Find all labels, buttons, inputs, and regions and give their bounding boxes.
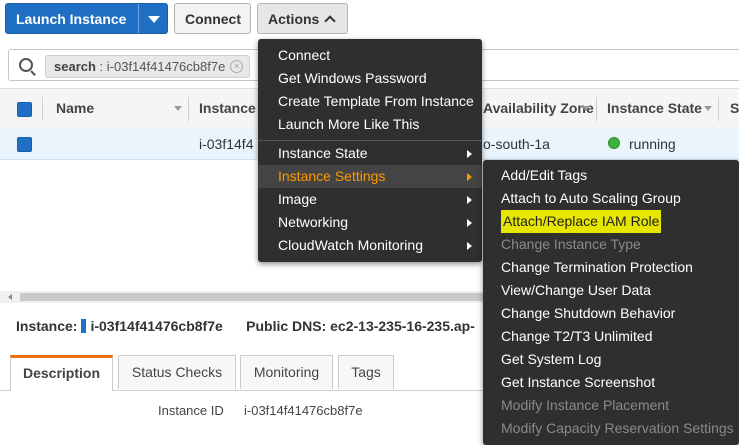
chevron-right-icon	[467, 242, 472, 250]
menu-item-label: Change Instance Type	[501, 236, 641, 252]
instance-id-value: i-03f14f41476cb8f7e	[244, 403, 363, 418]
column-header-instance-state[interactable]: Instance State	[607, 100, 702, 116]
menu-item-termination-protection[interactable]: Change Termination Protection	[483, 256, 739, 279]
menu-item-label: Change Termination Protection	[501, 259, 693, 275]
column-divider	[718, 97, 719, 121]
menu-item-connect[interactable]: Connect	[258, 44, 482, 67]
menu-item-change-instance-type: Change Instance Type	[483, 233, 739, 256]
menu-item-label: Connect	[278, 47, 331, 63]
filter-chip-value: i-03f14f41476cb8f7e	[106, 59, 226, 74]
menu-item-label: Modify Capacity Reservation Settings	[501, 420, 734, 436]
actions-menu: Connect Get Windows Password Create Temp…	[258, 39, 482, 262]
column-divider	[596, 97, 597, 121]
menu-item-instance-state[interactable]: Instance State	[258, 142, 482, 165]
filter-chip[interactable]: search : i-03f14f41476cb8f7e ×	[45, 55, 251, 78]
column-header-name[interactable]: Name	[56, 100, 94, 116]
filter-chip-key: search	[54, 59, 96, 74]
public-dns-value: ec2-13-235-16-235.ap-	[330, 318, 475, 334]
menu-item-instance-settings[interactable]: Instance Settings	[258, 165, 482, 188]
launch-instance-button[interactable]: Launch Instance	[5, 3, 168, 34]
menu-item-label: Instance Settings	[278, 168, 386, 184]
sort-icon[interactable]	[582, 106, 590, 111]
select-all-checkbox[interactable]	[17, 102, 32, 117]
instance-label: Instance:	[16, 318, 78, 334]
chevron-right-icon	[467, 150, 472, 158]
menu-item-label: Networking	[278, 214, 349, 230]
menu-item-launch-more[interactable]: Launch More Like This	[258, 113, 482, 136]
sort-icon[interactable]	[704, 106, 712, 111]
menu-item-t2-t3-unlimited[interactable]: Change T2/T3 Unlimited	[483, 325, 739, 348]
menu-item-cloudwatch[interactable]: CloudWatch Monitoring	[258, 234, 482, 257]
menu-item-image[interactable]: Image	[258, 188, 482, 211]
column-divider	[188, 97, 189, 121]
column-header-availability-zone[interactable]: Availability Zone	[483, 100, 594, 116]
menu-item-label: Create Template From Instance	[278, 93, 474, 109]
scroll-left-icon[interactable]	[8, 294, 12, 300]
remove-filter-icon[interactable]: ×	[230, 60, 244, 73]
tab-monitoring[interactable]: Monitoring	[240, 355, 333, 389]
menu-item-user-data[interactable]: View/Change User Data	[483, 279, 739, 302]
running-status-icon	[608, 137, 620, 149]
instance-summary: Instance: i-03f14f41476cb8f7e Public DNS:…	[16, 318, 475, 334]
menu-item-shutdown-behavior[interactable]: Change Shutdown Behavior	[483, 302, 739, 325]
menu-item-label: Get System Log	[501, 351, 602, 367]
menu-item-attach-iam-role[interactable]: Attach/Replace IAM Role	[483, 210, 739, 233]
column-divider	[42, 97, 43, 121]
menu-item-label: View/Change User Data	[501, 282, 651, 298]
menu-item-label: CloudWatch Monitoring	[278, 237, 423, 253]
actions-button[interactable]: Actions	[257, 3, 348, 34]
menu-divider	[258, 140, 482, 141]
tab-tags[interactable]: Tags	[338, 355, 394, 389]
menu-item-label: Instance State	[278, 145, 368, 161]
menu-item-add-edit-tags[interactable]: Add/Edit Tags	[483, 164, 739, 187]
instance-id-label: Instance ID	[158, 403, 224, 418]
search-icon	[19, 58, 33, 72]
column-header-instance-id[interactable]: Instance I	[199, 100, 264, 116]
chevron-right-icon	[467, 196, 472, 204]
menu-item-instance-screenshot[interactable]: Get Instance Screenshot	[483, 371, 739, 394]
menu-item-capacity-reservation: Modify Capacity Reservation Settings	[483, 417, 739, 440]
chevron-down-icon[interactable]	[148, 16, 160, 23]
sort-icon[interactable]	[174, 106, 182, 111]
connect-button[interactable]: Connect	[174, 3, 251, 34]
instance-settings-submenu: Add/Edit Tags Attach to Auto Scaling Gro…	[483, 160, 739, 445]
menu-item-label: Launch More Like This	[278, 116, 420, 132]
menu-item-get-windows-password[interactable]: Get Windows Password	[258, 67, 482, 90]
cell-availability-zone: o-south-1a	[483, 136, 550, 152]
cell-instance-id: i-03f14f4	[199, 136, 254, 152]
chevron-right-icon	[467, 173, 472, 181]
menu-item-create-template[interactable]: Create Template From Instance	[258, 90, 482, 113]
chevron-up-icon	[324, 15, 336, 27]
menu-item-label: Change Shutdown Behavior	[501, 305, 676, 321]
menu-item-networking[interactable]: Networking	[258, 211, 482, 234]
menu-item-system-log[interactable]: Get System Log	[483, 348, 739, 371]
connect-label: Connect	[185, 11, 241, 27]
menu-item-label: Change T2/T3 Unlimited	[501, 328, 653, 344]
menu-item-label: Modify Instance Placement	[501, 397, 670, 413]
menu-item-label: Image	[278, 191, 317, 207]
actions-label: Actions	[268, 11, 320, 27]
tab-status-checks[interactable]: Status Checks	[118, 355, 236, 389]
menu-item-label: Get Instance Screenshot	[501, 374, 656, 390]
instance-value: i-03f14f41476cb8f7e	[90, 318, 223, 334]
menu-item-modify-placement: Modify Instance Placement	[483, 394, 739, 417]
launch-instance-label: Launch Instance	[16, 11, 127, 27]
split-divider	[138, 4, 139, 33]
menu-item-label: Add/Edit Tags	[501, 167, 588, 183]
menu-item-label: Attach to Auto Scaling Group	[501, 190, 681, 206]
tab-description[interactable]: Description	[10, 355, 113, 391]
chevron-right-icon	[467, 219, 472, 227]
instance-color-bar	[81, 319, 87, 333]
menu-item-label: Attach/Replace IAM Role	[501, 210, 662, 233]
row-checkbox[interactable]	[17, 137, 32, 152]
column-header-status[interactable]: S	[730, 100, 739, 116]
public-dns-label: Public DNS:	[246, 318, 327, 334]
menu-item-attach-asg[interactable]: Attach to Auto Scaling Group	[483, 187, 739, 210]
menu-item-label: Get Windows Password	[278, 70, 427, 86]
toolbar: Launch Instance Connect Actions	[0, 0, 739, 44]
cell-instance-state: running	[629, 136, 676, 152]
